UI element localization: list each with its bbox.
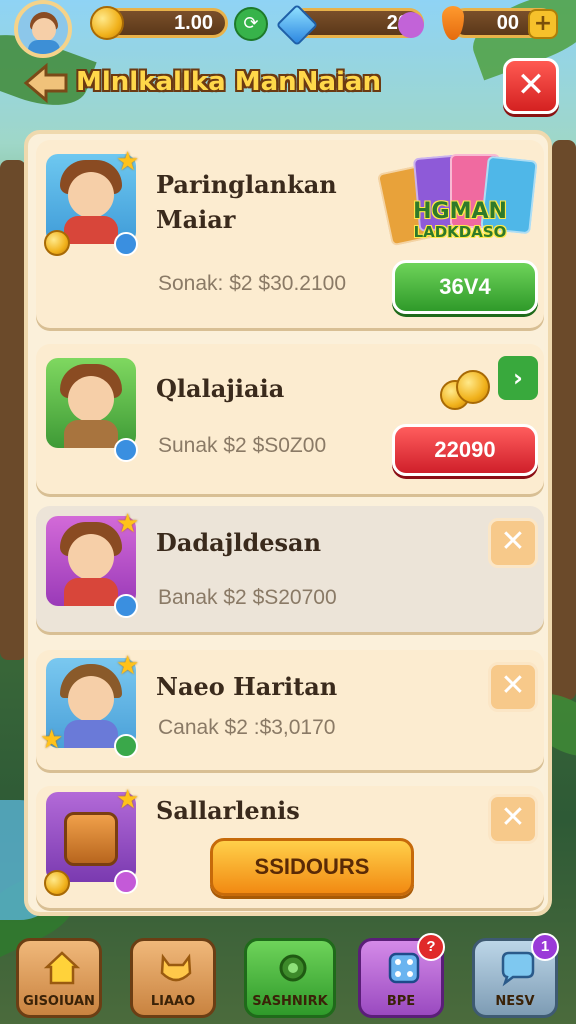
badge-icon xyxy=(114,232,138,256)
badge-icon xyxy=(114,438,138,462)
dismiss-button[interactable]: ✕ xyxy=(488,518,538,568)
notification-count: 1 xyxy=(540,938,550,955)
refresh-icon[interactable]: ⟳ xyxy=(234,7,268,41)
item-price: Sunak $2 $S0Z00 xyxy=(158,434,327,457)
star-icon: ★ xyxy=(40,725,64,755)
coin-icon xyxy=(44,870,70,896)
item-name-line2: Maiar xyxy=(156,205,236,234)
cat-icon xyxy=(160,953,192,982)
item-name: Sallarlenis xyxy=(156,796,300,825)
nav-games-label: BPE xyxy=(386,994,416,1009)
nav-news[interactable]: NESV 1 xyxy=(472,933,559,1018)
price-button[interactable]: 22090 xyxy=(392,424,538,476)
item-name: Naeo Haritan xyxy=(156,672,338,701)
notification-count: ? xyxy=(426,938,436,955)
promo-text: HGMAN LADKDASO xyxy=(380,199,540,242)
buy-button-label: 36V4 xyxy=(439,274,491,299)
item-name: Qlalajiaia xyxy=(156,374,285,403)
list-item: ★ Dadajldesan Banak $2 $S20700 ✕ xyxy=(36,506,544,632)
nav-games[interactable]: BPE ? xyxy=(358,933,445,1018)
nav-settings[interactable]: SASHNIRK xyxy=(244,938,336,1018)
item-thumbnail xyxy=(46,358,136,448)
item-name: Paringlankan Maiar xyxy=(156,170,337,234)
item-price: Banak $2 $S20700 xyxy=(158,586,337,609)
close-icon: ✕ xyxy=(516,65,546,105)
badge-icon xyxy=(114,734,138,758)
player-avatar[interactable] xyxy=(14,0,72,58)
nav-home[interactable]: GISOIUAN xyxy=(16,938,102,1018)
arrow-right-icon[interactable]: › xyxy=(498,356,538,400)
nav-pets[interactable]: LIAAO xyxy=(130,938,216,1018)
star-icon: ★ xyxy=(116,785,140,815)
dismiss-button[interactable]: ✕ xyxy=(488,794,538,844)
list-item: ★ ★ Naeo Haritan Canak $2 :$3,0170 ✕ xyxy=(36,650,544,770)
page-title: Mlnlkallka ManNaian xyxy=(76,67,381,97)
close-icon: ✕ xyxy=(500,800,526,835)
resource-button[interactable]: SSIDOURS xyxy=(210,838,414,896)
star-icon: ★ xyxy=(116,147,140,177)
list-item: Qlalajiaia Sunak $2 $S0Z00 › 22090 xyxy=(36,344,544,494)
gear-icon xyxy=(279,954,307,982)
nav-home-label: GISOIUAN xyxy=(23,994,95,1009)
coin-icon xyxy=(90,6,124,40)
top-resource-bar: 1.00 ⟳ 20 00 + xyxy=(0,0,576,58)
item-price: Canak $2 :$3,0170 xyxy=(158,716,336,739)
treasure-chest-icon xyxy=(64,812,118,866)
item-name: Dadajldesan xyxy=(156,528,322,557)
add-currency-button[interactable]: + xyxy=(528,9,558,39)
close-icon: ✕ xyxy=(500,668,526,703)
promo-line1: HGMAN xyxy=(413,199,507,224)
house-icon xyxy=(43,951,81,985)
close-icon: ✕ xyxy=(500,524,526,559)
nav-settings-label: SASHNIRK xyxy=(252,994,328,1009)
badge-icon xyxy=(114,594,138,618)
resource-button-label: SSIDOURS xyxy=(254,854,370,879)
star-icon: ★ xyxy=(116,651,140,681)
plus-label: + xyxy=(533,11,553,36)
back-button[interactable] xyxy=(22,62,70,104)
item-price: Sonak: $2 $30.2100 xyxy=(158,272,346,295)
nav-pets-label: LIAAO xyxy=(150,994,196,1009)
list-item: ★ Sallarlenis SSIDOURS ✕ xyxy=(36,786,544,908)
star-icon: ★ xyxy=(116,509,140,539)
chat-icon xyxy=(501,951,535,987)
promo-line2: LADKDASO xyxy=(413,223,507,241)
coins-value: 1.00 xyxy=(174,12,213,34)
item-name-line1: Paringlankan xyxy=(156,170,337,199)
close-button[interactable]: ✕ xyxy=(503,58,559,114)
heart-icon xyxy=(398,12,424,38)
badge-icon xyxy=(114,870,138,894)
buy-button[interactable]: 36V4 xyxy=(392,260,538,314)
dice-icon xyxy=(388,952,420,984)
dismiss-button[interactable]: ✕ xyxy=(488,662,538,712)
promo-banner[interactable]: HGMAN LADKDASO xyxy=(376,150,550,270)
nav-news-label: NESV xyxy=(495,994,535,1009)
shop-panel: ★ Paringlankan Maiar Sonak: $2 $30.2100 … xyxy=(24,130,552,916)
back-arrow-icon xyxy=(23,62,68,104)
coin-icon xyxy=(44,230,70,256)
price-button-label: 22090 xyxy=(434,437,496,462)
list-item: ★ Paringlankan Maiar Sonak: $2 $30.2100 … xyxy=(36,140,544,328)
notification-badge: 1 xyxy=(531,933,559,961)
coin-icon xyxy=(456,370,490,404)
notification-badge: ? xyxy=(417,933,445,961)
